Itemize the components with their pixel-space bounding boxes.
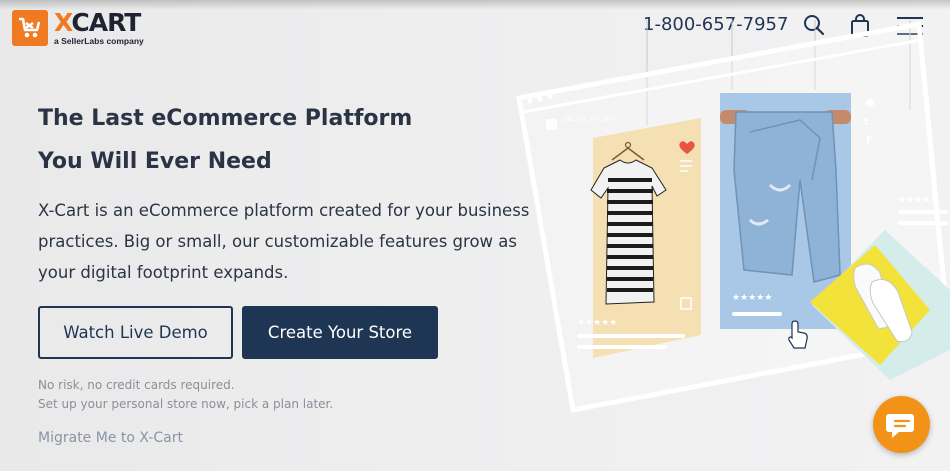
chat-button[interactable] <box>873 396 930 453</box>
hero-description-line: practices. Big or small, our customizabl… <box>38 232 517 251</box>
watch-live-demo-button[interactable]: Watch Live Demo <box>38 306 233 359</box>
chat-icon <box>885 413 914 438</box>
logo-tagline: a SellerLabs company <box>54 36 144 46</box>
svg-text:★★★★★: ★★★★★ <box>898 195 938 205</box>
store-illustration: ONLINE STORE ★★★★★ ★★★★★ t f ★★★★★ <box>500 20 950 440</box>
svg-text:f: f <box>866 134 871 147</box>
cart-logo-icon <box>12 10 48 46</box>
create-your-store-button[interactable]: Create Your Store <box>242 306 438 359</box>
hero-description-line: your digital footprint expands. <box>38 263 289 282</box>
no-risk-note: No risk, no credit cards required. <box>38 378 235 392</box>
setup-note: Set up your personal store now, pick a p… <box>38 397 334 411</box>
svg-text:★★★★★: ★★★★★ <box>577 318 617 328</box>
svg-text:★★★★★: ★★★★★ <box>732 293 772 303</box>
logo-wordmark: XCART <box>54 8 141 37</box>
xcart-logo[interactable]: XCART a SellerLabs company <box>12 8 144 48</box>
hero-title-line-2: You Will Ever Need <box>38 149 272 174</box>
hero-description: X-Cart is an eCommerce platform created … <box>38 195 530 288</box>
hero-description-line: X-Cart is an eCommerce platform created … <box>38 201 530 220</box>
hero-title-line-1: The Last eCommerce Platform <box>38 106 413 131</box>
svg-text:t: t <box>864 117 869 128</box>
migrate-link[interactable]: Migrate Me to X-Cart <box>38 430 183 446</box>
